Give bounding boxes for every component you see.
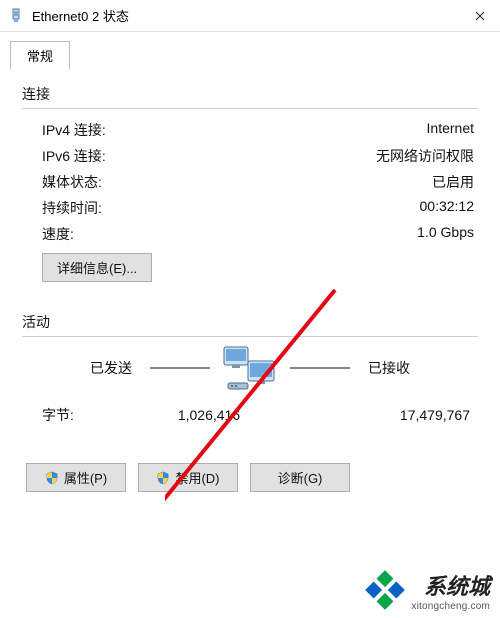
activity-visual: 已发送 已接收 xyxy=(22,345,478,391)
row-duration: 持续时间: 00:32:12 xyxy=(22,195,478,221)
watermark-text-en: xitongcheng.com xyxy=(411,601,490,612)
details-button-label: 详细信息(E)... xyxy=(57,258,137,277)
shield-icon xyxy=(45,471,59,485)
duration-label: 持续时间: xyxy=(42,198,102,218)
dialog-content: 连接 IPv4 连接: Internet IPv6 连接: 无网络访问权限 媒体… xyxy=(0,66,500,502)
bytes-label: 字节: xyxy=(42,405,122,425)
bottom-button-bar: 属性(P) 禁用(D) 诊断(G) xyxy=(22,463,478,492)
close-button[interactable] xyxy=(460,0,500,32)
diagnose-button[interactable]: 诊断(G) xyxy=(250,463,350,492)
ipv4-label: IPv4 连接: xyxy=(42,120,106,140)
watermark: 系统城 xitongcheng.com xyxy=(363,568,490,612)
shield-icon xyxy=(156,471,170,485)
duration-value: 00:32:12 xyxy=(420,198,475,218)
diagnose-button-label: 诊断(G) xyxy=(278,468,323,487)
titlebar: Ethernet0 2 状态 xyxy=(0,0,500,32)
bytes-received-value: 17,479,767 xyxy=(296,407,474,423)
disable-button-label: 禁用(D) xyxy=(175,468,219,487)
sent-indicator-line xyxy=(150,367,210,369)
network-adapter-icon xyxy=(8,8,24,24)
ethernet-status-dialog: Ethernet0 2 状态 常规 连接 IPv4 连接: Internet I… xyxy=(0,0,500,618)
ipv4-value: Internet xyxy=(427,120,474,140)
disable-button[interactable]: 禁用(D) xyxy=(138,463,238,492)
ipv6-label: IPv6 连接: xyxy=(42,146,106,166)
watermark-logo-icon xyxy=(363,568,407,612)
separator xyxy=(22,336,478,337)
row-ipv6: IPv6 连接: 无网络访问权限 xyxy=(22,143,478,169)
received-caption: 已接收 xyxy=(362,358,416,378)
media-value: 已启用 xyxy=(432,172,474,192)
network-computers-icon xyxy=(222,345,278,391)
details-button[interactable]: 详细信息(E)... xyxy=(42,253,152,282)
sent-caption: 已发送 xyxy=(84,358,138,378)
watermark-text-cn: 系统城 xyxy=(411,569,490,601)
row-ipv4: IPv4 连接: Internet xyxy=(22,117,478,143)
speed-value: 1.0 Gbps xyxy=(417,224,474,244)
window-title: Ethernet0 2 状态 xyxy=(32,6,460,25)
row-speed: 速度: 1.0 Gbps xyxy=(22,221,478,247)
properties-button-label: 属性(P) xyxy=(64,468,107,487)
separator xyxy=(22,108,478,109)
connection-section-title: 连接 xyxy=(22,84,478,104)
bytes-row: 字节: 1,026,416 17,479,767 xyxy=(22,399,478,431)
properties-button[interactable]: 属性(P) xyxy=(26,463,126,492)
tab-general[interactable]: 常规 xyxy=(10,41,70,70)
ipv6-value: 无网络访问权限 xyxy=(376,146,474,166)
activity-section-title: 活动 xyxy=(22,312,478,332)
speed-label: 速度: xyxy=(42,224,74,244)
received-indicator-line xyxy=(290,367,350,369)
row-media: 媒体状态: 已启用 xyxy=(22,169,478,195)
media-label: 媒体状态: xyxy=(42,172,102,192)
bytes-sent-value: 1,026,416 xyxy=(122,407,296,423)
tab-strip: 常规 xyxy=(10,40,500,66)
